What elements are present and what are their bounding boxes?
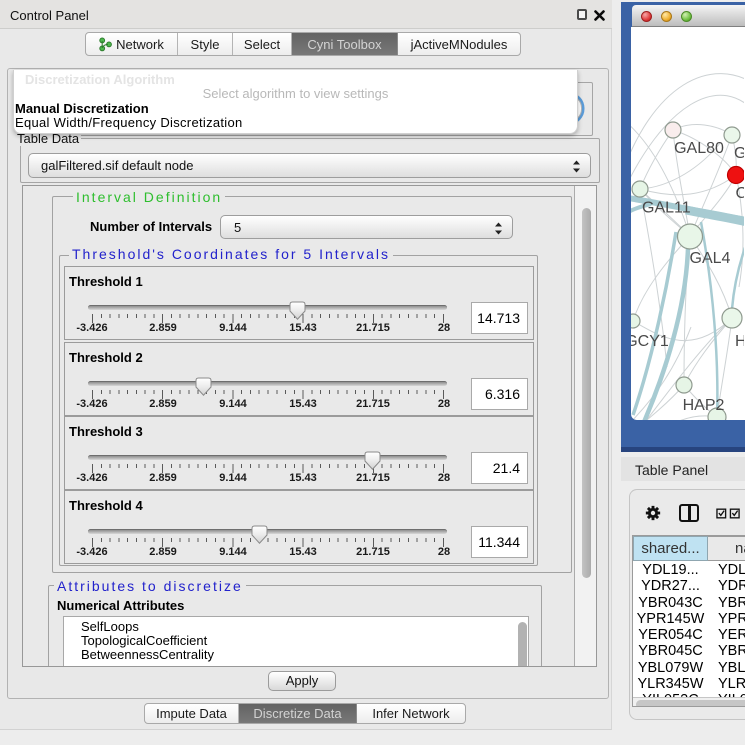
svg-text:GAL1: GAL1 bbox=[734, 145, 744, 162]
svg-text:CD: CD bbox=[736, 185, 745, 202]
svg-text:HA: HA bbox=[735, 333, 744, 350]
svg-text:HAP2: HAP2 bbox=[683, 397, 725, 414]
svg-text:GCY1: GCY1 bbox=[631, 333, 669, 350]
svg-text:GAL80: GAL80 bbox=[674, 140, 724, 157]
svg-text:GAL4: GAL4 bbox=[690, 250, 731, 267]
svg-text:GAL11: GAL11 bbox=[642, 200, 691, 217]
